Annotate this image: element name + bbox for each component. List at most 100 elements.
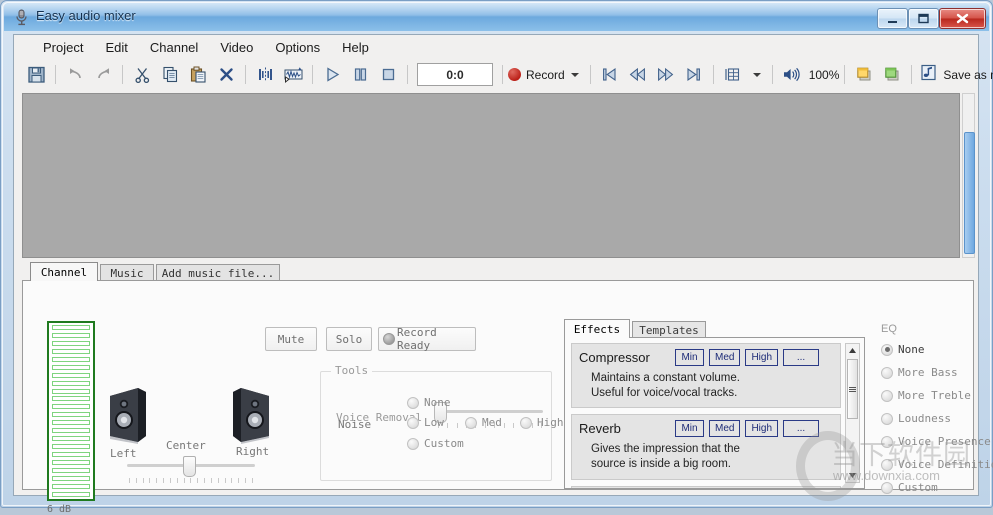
toolbar-separator [55, 65, 56, 84]
toolbar-separator [771, 65, 773, 84]
play-icon[interactable] [318, 61, 346, 88]
redo-icon[interactable] [89, 61, 117, 88]
meter-segment [52, 380, 90, 386]
undo-icon[interactable] [61, 61, 89, 88]
slider-tick [163, 478, 165, 483]
save-as-media-file-button[interactable]: Save as media file [919, 63, 993, 87]
tab-effects[interactable]: Effects [564, 319, 630, 338]
effects-scrollbar-thumb[interactable] [847, 359, 858, 419]
noise-option-custom[interactable]: Custom [407, 437, 464, 450]
pan-slider-thumb[interactable] [183, 456, 196, 477]
menu-item-edit[interactable]: Edit [94, 38, 138, 57]
scissors-icon[interactable] [128, 61, 156, 88]
grid-icon[interactable] [719, 61, 747, 88]
eq-option-loudness[interactable]: Loudness [881, 412, 951, 425]
effects-scrollbar[interactable] [845, 343, 860, 483]
rewind-icon[interactable] [624, 61, 652, 88]
effect-high-button[interactable]: High [745, 420, 779, 438]
meter-db-label: 6 dB [47, 504, 72, 515]
eq-option-voice-presence[interactable]: Voice Presence [881, 435, 991, 448]
tab-channel[interactable]: Channel [30, 262, 98, 281]
save-icon[interactable] [22, 61, 50, 88]
menu-item-video[interactable]: Video [209, 38, 264, 57]
noise-option-med[interactable]: Med [465, 416, 502, 429]
split-icon[interactable] [251, 61, 279, 88]
maximize-button[interactable] [908, 8, 939, 29]
eq-title: EQ [881, 323, 897, 335]
voice-removal-slider-track[interactable] [435, 410, 543, 413]
waveform-edit-icon[interactable] [279, 61, 307, 88]
noise-option-high[interactable]: High [520, 416, 564, 429]
eq-option-custom[interactable]: Custom [881, 481, 938, 494]
meter-segment [52, 491, 90, 497]
skip-to-end-icon[interactable] [680, 61, 708, 88]
mute-button[interactable]: Mute [265, 327, 317, 351]
tab-music[interactable]: Music [100, 264, 154, 281]
noise-option-low[interactable]: Low [407, 416, 444, 429]
effect-header: Reverb Min Med High ... [579, 420, 833, 438]
effect-more-button[interactable]: ... [783, 420, 820, 438]
time-display[interactable]: 0:0 [417, 63, 493, 86]
music-note-icon [919, 63, 938, 87]
scroll-up-arrow-icon[interactable] [846, 344, 859, 357]
pause-icon[interactable] [346, 61, 374, 88]
eq-option-voice-presence-label: Voice Presence [898, 435, 991, 448]
effect-card-compressor[interactable]: Compressor Min Med High ... Maintains a … [571, 343, 841, 409]
workspace-scrollbar-thumb[interactable] [964, 132, 975, 254]
record-label: Record [526, 67, 565, 82]
eq-option-more-bass[interactable]: More Bass [881, 366, 958, 379]
effect-card-reverb[interactable]: Reverb Min Med High ... Gives the impres… [571, 414, 841, 480]
close-button[interactable] [939, 8, 986, 29]
window-yellow-icon[interactable] [850, 61, 878, 88]
slider-tick [204, 478, 206, 483]
toolbar-separator [312, 65, 313, 84]
effect-min-button[interactable]: Min [675, 420, 704, 438]
meter-segment [52, 372, 90, 378]
noise-option-custom-label: Custom [424, 437, 464, 450]
chevron-down-icon[interactable] [570, 72, 579, 77]
eq-option-custom-label: Custom [898, 481, 938, 494]
tab-templates[interactable]: Templates [632, 321, 706, 338]
window-green-icon[interactable] [878, 61, 906, 88]
delete-x-icon[interactable] [212, 61, 240, 88]
radio-dot-icon [881, 412, 893, 425]
slider-tick [142, 478, 144, 483]
meter-segment [52, 420, 90, 426]
menu-item-channel[interactable]: Channel [139, 38, 209, 57]
record-ready-button[interactable]: Record Ready [378, 326, 476, 352]
effect-card-echo[interactable]: Echo Min Med High ... [571, 485, 841, 488]
effect-min-button[interactable]: Min [675, 349, 704, 366]
speaker-volume-icon[interactable] [778, 61, 806, 88]
noise-option-none[interactable]: None [407, 396, 451, 409]
eq-option-voice-definition[interactable]: Voice Definitio [881, 458, 993, 471]
effect-high-button[interactable]: High [745, 349, 779, 366]
radio-dot-icon [881, 343, 893, 356]
minimize-button[interactable] [877, 8, 908, 29]
channel-panel: 6 dB Left Center Right Mute Solo Record … [22, 280, 993, 515]
menu-item-options[interactable]: Options [264, 38, 331, 57]
paste-icon[interactable] [184, 61, 212, 88]
grid-chevron-down-icon[interactable] [752, 72, 761, 77]
save-as-media-file-label: Save as media file [943, 67, 993, 82]
tab-add-music-file[interactable]: Add music file... [156, 264, 280, 281]
skip-to-start-icon[interactable] [596, 61, 624, 88]
slider-tick [183, 478, 185, 483]
solo-button[interactable]: Solo [326, 327, 372, 351]
eq-option-more-treble[interactable]: More Treble [881, 389, 971, 402]
effect-med-button[interactable]: Med [709, 349, 741, 366]
effect-med-button[interactable]: Med [709, 420, 741, 438]
effect-more-button[interactable]: ... [783, 349, 820, 366]
menu-item-help[interactable]: Help [331, 38, 380, 57]
copy-icon[interactable] [156, 61, 184, 88]
menu-item-project[interactable]: Project [32, 38, 94, 57]
radio-dot-icon [407, 437, 419, 450]
stop-icon[interactable] [374, 61, 402, 88]
fast-forward-icon[interactable] [652, 61, 680, 88]
waveform-workspace[interactable] [22, 93, 960, 258]
scroll-down-arrow-icon[interactable] [846, 469, 859, 482]
radio-dot-icon [407, 396, 419, 409]
workspace-scrollbar[interactable] [962, 93, 975, 258]
slider-tick [217, 478, 219, 483]
eq-option-none[interactable]: None [881, 343, 925, 356]
record-button[interactable]: Record [508, 68, 585, 82]
